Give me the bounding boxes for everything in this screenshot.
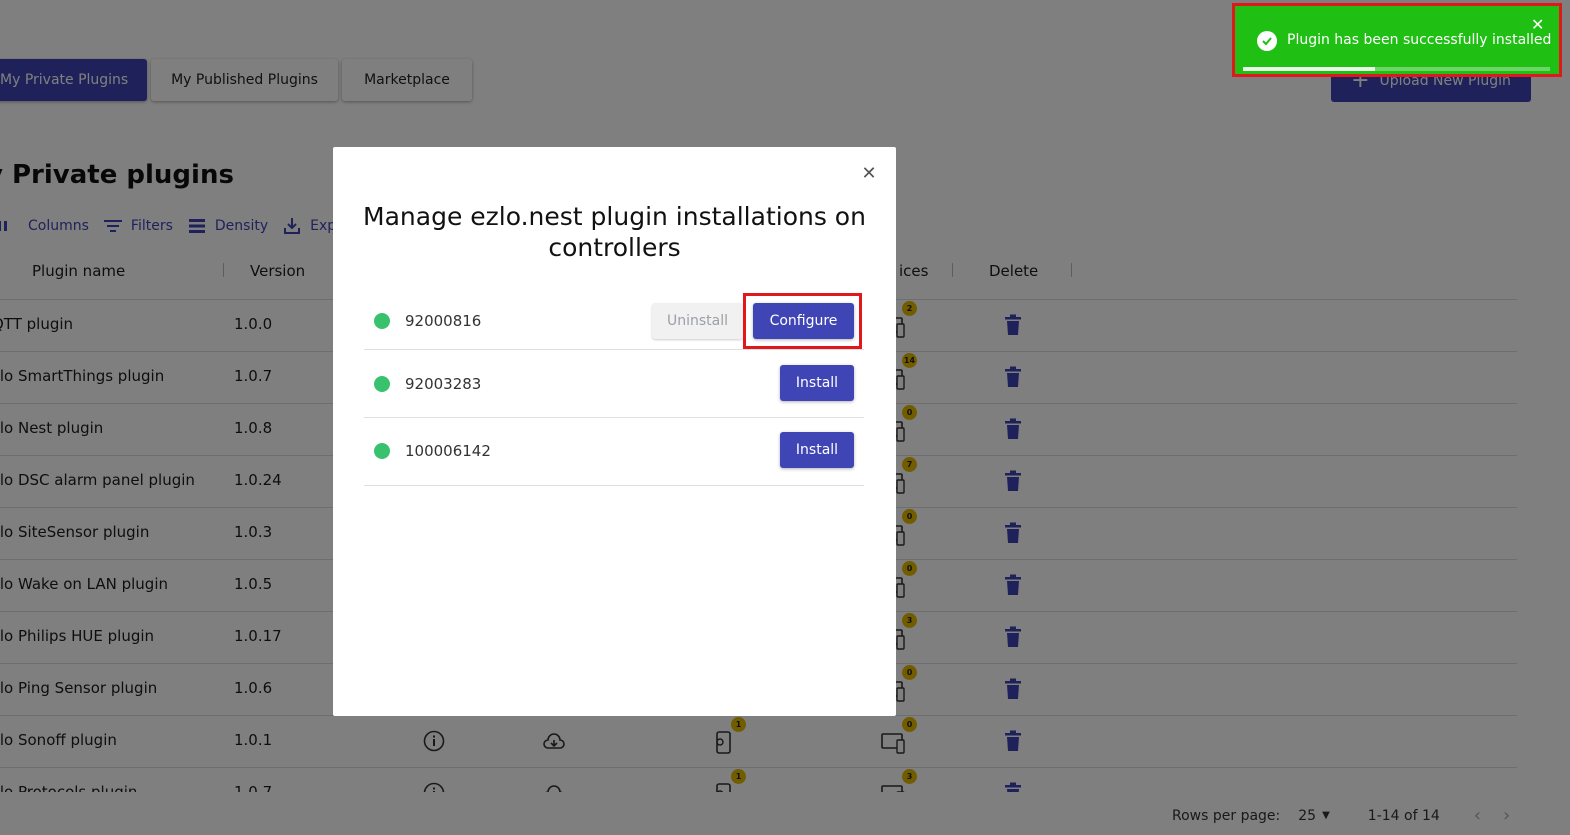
online-status-icon — [374, 443, 390, 459]
install-button[interactable]: Install — [780, 432, 854, 468]
controller-row: 92003283 Install — [364, 350, 864, 418]
controller-row: 92000816 Uninstall Configure — [364, 293, 864, 350]
online-status-icon — [374, 313, 390, 329]
highlight-frame — [743, 293, 862, 349]
dialog-title: Manage ezlo.nest plugin installations on… — [363, 202, 866, 262]
controller-row: 100006142 Install — [364, 418, 864, 486]
install-button[interactable]: Install — [780, 365, 854, 401]
close-icon[interactable]: ✕ — [860, 163, 878, 184]
controller-list: 92000816 Uninstall Configure 92003283 In… — [364, 293, 864, 486]
highlight-frame — [1232, 3, 1562, 77]
online-status-icon — [374, 376, 390, 392]
controller-id: 92000816 — [405, 312, 482, 330]
manage-installations-dialog: ✕ Manage ezlo.nest plugin installations … — [333, 147, 896, 716]
uninstall-button[interactable]: Uninstall — [652, 303, 743, 339]
controller-id: 100006142 — [405, 442, 491, 460]
controller-id: 92003283 — [405, 375, 482, 393]
